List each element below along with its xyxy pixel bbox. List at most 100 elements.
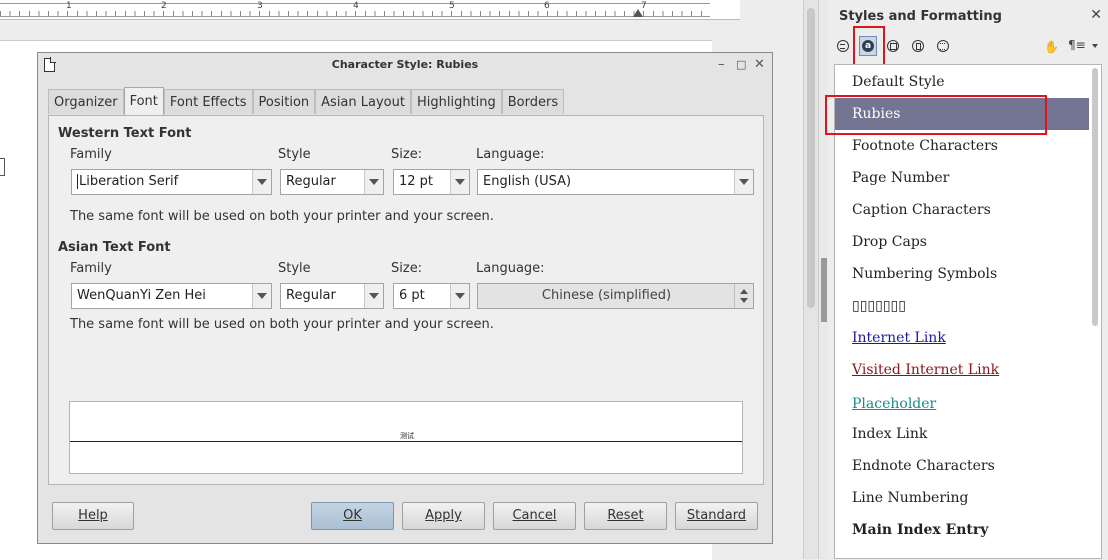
- standard-button-label: Standard: [686, 508, 747, 523]
- character-style-dialog: Character Style: Rubies – □ ✕ Organizer …: [37, 52, 773, 544]
- ok-button[interactable]: OK: [311, 502, 394, 530]
- ok-button-label: OK: [343, 508, 362, 523]
- ruler-mark: 6: [544, 1, 550, 11]
- tab-font-effects[interactable]: Font Effects: [163, 89, 253, 114]
- chevron-down-icon[interactable]: [1092, 44, 1098, 48]
- dialog-titlebar[interactable]: Character Style: Rubies – □ ✕: [38, 53, 772, 79]
- scrollbar-thumb[interactable]: [1092, 68, 1098, 326]
- tab-bar: Organizer Font Font Effects Position Asi…: [48, 87, 565, 115]
- cancel-button[interactable]: Cancel: [493, 502, 576, 530]
- preview-baseline: [70, 441, 742, 442]
- chevron-down-icon[interactable]: [364, 170, 383, 194]
- tab-position[interactable]: Position: [252, 89, 316, 114]
- style-list-item[interactable]: ▯▯▯▯▯▯▯: [835, 290, 1089, 322]
- style-list-item[interactable]: Footnote Characters: [835, 130, 1089, 162]
- style-list-item[interactable]: Rubies: [835, 98, 1089, 130]
- chevron-down-icon[interactable]: [364, 284, 383, 308]
- document-vertical-scrollbar[interactable]: [803, 0, 818, 559]
- apply-button[interactable]: Apply: [402, 502, 485, 530]
- font-preview: 测试: [69, 401, 743, 474]
- maximize-button[interactable]: □: [736, 56, 746, 74]
- style-list-item[interactable]: Default Style: [835, 66, 1089, 98]
- paragraph-styles-icon[interactable]: [837, 40, 849, 52]
- asian-size-combo[interactable]: 6 pt: [393, 283, 470, 309]
- chevron-down-icon[interactable]: [252, 284, 271, 308]
- western-language-value: English (USA): [483, 174, 572, 189]
- close-button[interactable]: ✕: [754, 56, 765, 74]
- style-list-item[interactable]: Page Number: [835, 162, 1089, 194]
- asian-size-label: Size:: [391, 261, 423, 276]
- list-styles-icon[interactable]: [937, 40, 949, 52]
- chevron-down-icon[interactable]: [734, 170, 753, 194]
- character-styles-icon-letter: a: [862, 40, 874, 52]
- western-language-combo[interactable]: English (USA): [477, 169, 754, 195]
- style-list-item[interactable]: Numbering Symbols: [835, 258, 1089, 290]
- character-styles-icon[interactable]: a: [859, 36, 877, 56]
- chevron-down-icon[interactable]: [450, 170, 469, 194]
- asian-style-value: Regular: [286, 288, 336, 303]
- western-style-combo[interactable]: Regular: [280, 169, 384, 195]
- style-list-item[interactable]: Main Index Entry: [835, 514, 1089, 546]
- reset-button-label: Reset: [607, 508, 644, 523]
- font-tab-panel: Western Text Font Family Style Size: Lan…: [48, 115, 764, 485]
- asian-size-value: 6 pt: [399, 288, 425, 303]
- style-list: Default Style Rubies Footnote Characters Pa…: [834, 64, 1102, 559]
- preview-sample-text: 测试: [399, 431, 415, 441]
- ruler-mark: 3: [257, 1, 263, 11]
- page-styles-icon[interactable]: [912, 40, 924, 52]
- style-list-item[interactable]: Caption Characters: [835, 194, 1089, 226]
- asian-family-value: WenQuanYi Zen Hei: [77, 288, 206, 303]
- spin-updown-icon[interactable]: [734, 284, 753, 308]
- asian-style-combo[interactable]: Regular: [280, 283, 384, 309]
- asian-language-combo[interactable]: Chinese (simplified): [477, 283, 754, 309]
- new-style-icon[interactable]: ¶≡: [1068, 38, 1086, 52]
- asian-family-label: Family: [70, 261, 112, 276]
- tab-borders[interactable]: Borders: [501, 89, 565, 114]
- frame-styles-icon[interactable]: [887, 40, 899, 52]
- cancel-button-label: Cancel: [512, 508, 557, 523]
- western-family-combo[interactable]: Liberation Serif: [71, 169, 272, 195]
- western-style-label: Style: [278, 147, 311, 162]
- scrollbar-thumb[interactable]: [807, 8, 815, 308]
- style-list-item[interactable]: Drop Caps: [835, 226, 1089, 258]
- western-language-label: Language:: [476, 147, 545, 162]
- horizontal-ruler[interactable]: 1 2 3 4 5 6 7: [0, 0, 740, 20]
- fill-format-icon[interactable]: ✋: [1044, 40, 1059, 54]
- splitter-grip[interactable]: [821, 258, 827, 322]
- western-size-combo[interactable]: 12 pt: [393, 169, 470, 195]
- style-list-item[interactable]: Internet Link: [835, 322, 1089, 354]
- style-list-item[interactable]: Endnote Characters: [835, 450, 1089, 482]
- ruler-indent-marker[interactable]: [633, 9, 643, 17]
- style-list-item[interactable]: Index Link: [835, 418, 1089, 450]
- western-size-label: Size:: [391, 147, 423, 162]
- chevron-down-icon[interactable]: [450, 284, 469, 308]
- tab-organizer[interactable]: Organizer: [48, 89, 124, 114]
- asian-section-title: Asian Text Font: [58, 240, 171, 255]
- asian-font-note: The same font will be used on both your …: [70, 317, 494, 332]
- asian-language-value: Chinese (simplified): [541, 288, 672, 303]
- close-icon[interactable]: ✕: [1090, 7, 1102, 23]
- western-section-title: Western Text Font: [58, 126, 192, 141]
- style-list-item[interactable]: Line Numbering: [835, 482, 1089, 514]
- style-list-item[interactable]: Placeholder: [835, 388, 1089, 420]
- tab-highlighting[interactable]: Highlighting: [410, 89, 502, 114]
- style-list-scrollbar[interactable]: [1090, 66, 1100, 556]
- text-caret: [77, 174, 78, 189]
- asian-style-label: Style: [278, 261, 311, 276]
- minimize-button[interactable]: –: [718, 56, 725, 74]
- asian-language-label: Language:: [476, 261, 545, 276]
- western-font-note: The same font will be used on both your …: [70, 209, 494, 224]
- western-style-value: Regular: [286, 174, 336, 189]
- tab-font[interactable]: Font: [123, 87, 164, 115]
- style-list-item[interactable]: Visited Internet Link: [835, 354, 1089, 386]
- apply-button-label: Apply: [425, 508, 462, 523]
- help-button[interactable]: Help: [52, 502, 134, 530]
- western-family-value: Liberation Serif: [79, 174, 179, 189]
- asian-family-combo[interactable]: WenQuanYi Zen Hei: [71, 283, 272, 309]
- tab-asian-layout[interactable]: Asian Layout: [315, 89, 411, 114]
- western-family-label: Family: [70, 147, 112, 162]
- reset-button[interactable]: Reset: [584, 502, 667, 530]
- chevron-down-icon[interactable]: [252, 170, 271, 194]
- dialog-title: Character Style: Rubies: [331, 58, 479, 71]
- standard-button[interactable]: Standard: [675, 502, 758, 530]
